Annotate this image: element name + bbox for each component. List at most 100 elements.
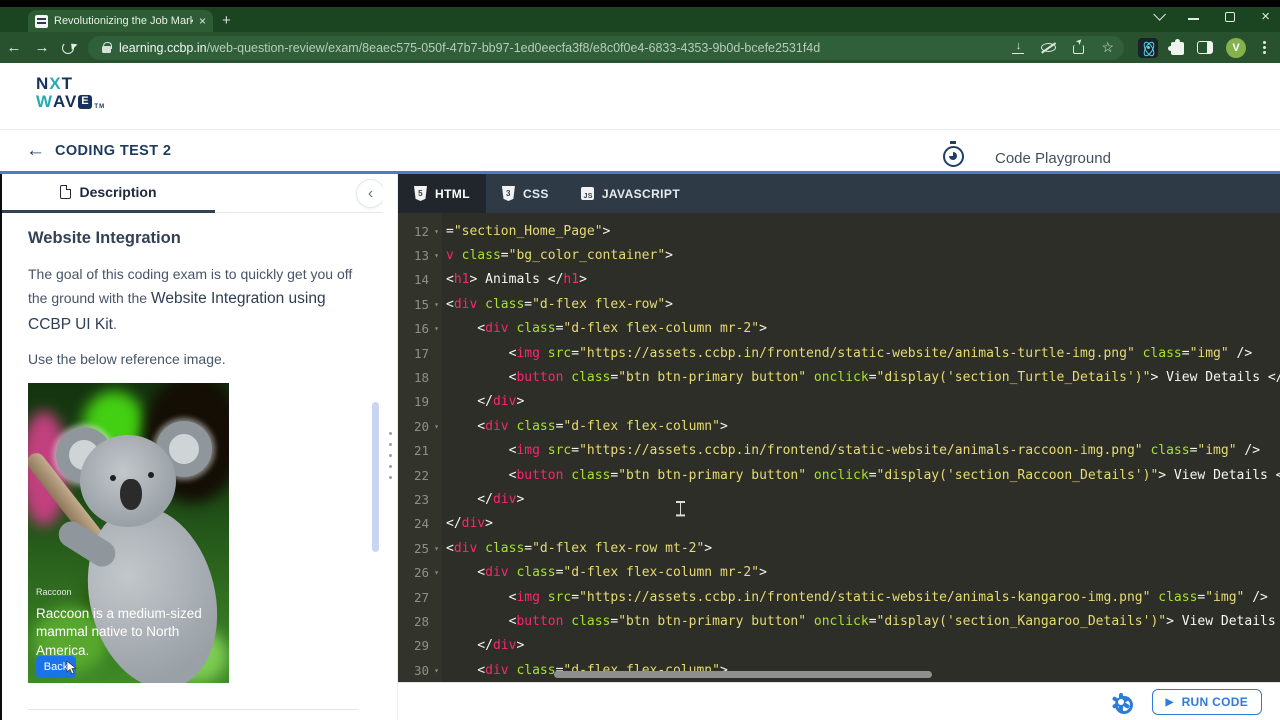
line-number: 12 ▾ xyxy=(413,223,439,239)
line-number: 14 xyxy=(413,272,429,288)
code-line[interactable]: 18 <button class="btn btn-primary button… xyxy=(398,365,1280,389)
css-file-icon: 3 xyxy=(501,186,515,201)
download-icon[interactable]: ↓ xyxy=(1012,40,1025,54)
paragraph-text: . xyxy=(113,315,117,332)
left-panel-scrollbar[interactable] xyxy=(372,402,379,552)
bookmark-star-icon[interactable]: ☆ xyxy=(1101,39,1114,56)
fold-icon[interactable]: ▾ xyxy=(429,666,439,675)
code-line[interactable]: 24 </div> xyxy=(398,512,1280,536)
fold-icon[interactable]: ▾ xyxy=(429,251,439,260)
fold-icon[interactable]: ▾ xyxy=(429,300,439,309)
line-number: 20 ▾ xyxy=(413,418,439,434)
code-line[interactable]: 29 </div> xyxy=(398,634,1280,658)
question-paragraph: The goal of this coding exam is to quick… xyxy=(28,263,358,337)
code-line[interactable]: 22 <button class="btn btn-primary button… xyxy=(398,463,1280,487)
extensions-puzzle-icon[interactable] xyxy=(1168,39,1184,55)
editor-tab-css[interactable]: 3 CSS xyxy=(486,174,565,213)
minimize-icon[interactable] xyxy=(1188,17,1200,20)
code-line[interactable]: 19 </div> xyxy=(398,390,1280,414)
code-line[interactable]: 27 <img src="https://assets.ccbp.in/fron… xyxy=(398,585,1280,609)
code-line[interactable]: 12 ▾ ="section_Home_Page"> xyxy=(398,219,1280,243)
fold-icon[interactable]: ▾ xyxy=(429,568,439,577)
code-line[interactable]: 16 ▾ <div class="d-flex flex-column mr-2"… xyxy=(398,317,1280,341)
line-number: 24 xyxy=(413,516,429,532)
line-number: 25 ▾ xyxy=(413,540,439,556)
editor-horizontal-scrollbar[interactable] xyxy=(554,671,932,678)
maximize-icon[interactable] xyxy=(1225,11,1236,22)
page-title: CODING TEST 2 xyxy=(55,142,172,159)
sidebar-icon[interactable] xyxy=(1197,41,1213,54)
logo-text: N xyxy=(36,74,50,93)
ibeam-cursor xyxy=(676,501,685,516)
share-icon[interactable] xyxy=(1073,45,1085,54)
kebab-menu-icon[interactable] xyxy=(1263,41,1266,44)
nxtwave-logo: NXT W AV E TM xyxy=(36,75,105,111)
line-number: 28 xyxy=(413,613,429,629)
line-number: 23 xyxy=(413,491,429,507)
back-arrow-icon[interactable]: ← xyxy=(26,140,45,162)
question-heading: Website Integration xyxy=(28,229,181,247)
chevron-left-icon: ‹ xyxy=(367,184,374,202)
code-line[interactable]: 21 <img src="https://assets.ccbp.in/fron… xyxy=(398,439,1280,463)
forward-icon[interactable]: → xyxy=(28,39,56,56)
new-tab-button[interactable]: + xyxy=(222,12,231,29)
line-number: 15 ▾ xyxy=(413,296,439,312)
address-bar[interactable]: learning.ccbp.in/web-question-review/exa… xyxy=(88,35,1124,60)
react-devtools-icon[interactable] xyxy=(1138,37,1158,58)
logo-text: AV xyxy=(53,91,78,111)
tab-favicon-icon xyxy=(35,14,48,28)
editor-tab-javascript[interactable]: JS JAVASCRIPT xyxy=(565,174,696,213)
run-code-button[interactable]: ▶ RUN CODE xyxy=(1151,689,1262,715)
image-caption: Raccoon xyxy=(36,587,72,598)
browser-tab[interactable]: Revolutionizing the Job Market | × xyxy=(28,10,213,32)
code-line[interactable]: 15 ▾ <div class="d-flex flex-row"> xyxy=(398,292,1280,316)
fold-icon[interactable]: ▾ xyxy=(429,324,439,333)
reload-icon[interactable] xyxy=(62,41,74,54)
code-line[interactable]: 28 <button class="btn btn-primary button… xyxy=(398,609,1280,633)
editor-tab-label: CSS xyxy=(522,186,549,201)
code-line[interactable]: 17 <img src="https://assets.ccbp.in/fron… xyxy=(398,341,1280,365)
description-panel: Description ‹ Website Integration The go… xyxy=(2,174,383,720)
lock-icon xyxy=(102,41,112,53)
fold-icon[interactable]: ▾ xyxy=(429,227,439,236)
section-divider xyxy=(28,709,358,711)
panel-resize-handle[interactable] xyxy=(383,174,398,720)
collapse-panel-button[interactable]: ‹ xyxy=(356,179,383,208)
line-number: 19 xyxy=(413,394,429,410)
code-line[interactable]: 25 ▾ <div class="d-flex flex-row mt-2"> xyxy=(398,536,1280,560)
editor-tab-html[interactable]: 5 HTML xyxy=(398,174,486,213)
code-line[interactable]: 26 ▾ <div class="d-flex flex-column mr-2"… xyxy=(398,560,1280,584)
code-line[interactable]: 13 ▾ v class="bg_color_container"> xyxy=(398,243,1280,267)
image-overlay-text: Raccoon is a medium-sized mammal native … xyxy=(36,606,202,658)
logo-text: T xyxy=(61,74,74,93)
code-line[interactable]: 23 </div> xyxy=(398,487,1280,511)
browser-toolbar: ← → learning.ccbp.in/web-question-review… xyxy=(0,32,1280,63)
logo-text: W xyxy=(36,91,54,111)
code-line[interactable]: 14 <h1> Animals </h1> xyxy=(398,268,1280,292)
reference-note: Use the below reference image. xyxy=(28,351,226,368)
browser-window: Revolutionizing the Job Market | × + × ←… xyxy=(0,0,1280,720)
line-number: 18 xyxy=(413,370,429,386)
profile-avatar[interactable]: V xyxy=(1226,37,1246,58)
gear-icon[interactable] xyxy=(1111,692,1134,714)
tab-description[interactable]: Description xyxy=(2,174,215,213)
window-frame-edge xyxy=(0,0,1280,7)
editor-tab-label: JAVASCRIPT xyxy=(601,186,681,201)
url-path: /web-question-review/exam/8eaec575-050f-… xyxy=(206,40,821,55)
eye-off-icon[interactable] xyxy=(1041,43,1057,52)
line-number: 29 xyxy=(413,638,429,654)
fold-icon[interactable]: ▾ xyxy=(429,544,439,553)
line-number: 16 ▾ xyxy=(413,321,439,337)
code-editor[interactable]: 12 ▾ ="section_Home_Page"> 13 ▾ v class="bg_c… xyxy=(398,213,1280,682)
close-icon[interactable]: × xyxy=(1261,9,1270,24)
chevron-down-icon[interactable] xyxy=(1153,8,1167,21)
cursor-arrow-icon xyxy=(66,661,77,675)
code-line[interactable]: 20 ▾ <div class="d-flex flex-column"> xyxy=(398,414,1280,438)
tab-close-icon[interactable]: × xyxy=(199,14,206,28)
url-text: learning.ccbp.in/web-question-review/exa… xyxy=(119,41,1004,55)
run-code-label: RUN CODE xyxy=(1181,695,1248,709)
editor-footer: ▶ RUN CODE xyxy=(398,682,1280,720)
back-icon[interactable]: ← xyxy=(0,39,28,56)
line-number: 22 xyxy=(413,467,429,483)
fold-icon[interactable]: ▾ xyxy=(429,422,439,431)
